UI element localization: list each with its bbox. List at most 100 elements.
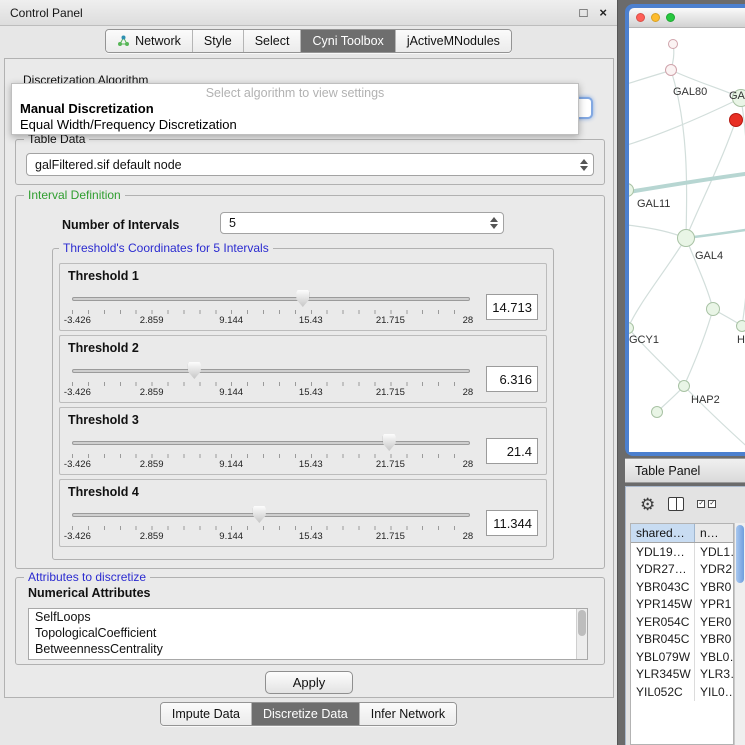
gear-icon[interactable]: ⚙ — [640, 496, 655, 513]
slider-scale-label: 2.859 — [140, 531, 164, 542]
table-cell[interactable]: YIL0… — [695, 683, 733, 701]
slider-track[interactable] — [72, 297, 470, 301]
stepper-icon[interactable] — [490, 217, 498, 229]
network-node[interactable] — [729, 113, 743, 127]
float-window-icon[interactable]: □ — [580, 6, 588, 19]
dropdown-option-manual-discretization[interactable]: Manual Discretization — [12, 100, 578, 116]
threshold-4-value-field[interactable]: 11.344 — [486, 510, 538, 536]
column-visibility-icon[interactable]: ✓ ✓ — [697, 500, 716, 508]
minimize-traffic-light[interactable] — [651, 13, 660, 22]
stepper-icon[interactable] — [580, 159, 588, 171]
threshold-4-slider[interactable]: -3.4262.8599.14415.4321.71528 — [68, 504, 474, 544]
slider-track[interactable] — [72, 441, 470, 445]
table-row[interactable]: YER054CYER0… — [631, 613, 733, 631]
numerical-attribute-item[interactable]: TopologicalCoefficient — [29, 625, 587, 641]
table-cell[interactable]: YDL1… — [695, 543, 733, 561]
tab-discretize-data[interactable]: Discretize Data — [252, 703, 360, 725]
dropdown-option-equal-width-frequency[interactable]: Equal Width/Frequency Discretization — [12, 116, 578, 132]
network-canvas[interactable]: GAL80GAGAL11GAL4GCY1HHAP2 — [629, 28, 745, 452]
table-row[interactable]: YBR043CYBR0… — [631, 578, 733, 596]
control-panel: Control Panel □ × NetworkStyleSelectCyni… — [0, 0, 618, 745]
table-cell[interactable]: YPR145W — [631, 596, 695, 614]
table-cell[interactable]: YLR3… — [695, 666, 733, 684]
numerical-attribute-item[interactable]: BetweennessCentrality — [29, 641, 587, 657]
table-cell[interactable]: YBR043C — [631, 578, 695, 596]
threshold-3-slider[interactable]: -3.4262.8599.14415.4321.71528 — [68, 432, 474, 472]
threshold-2-value-field[interactable]: 6.316 — [486, 366, 538, 392]
slider-ticks — [72, 382, 470, 386]
scrollbar-thumb[interactable] — [736, 525, 744, 583]
slider-scale-label: 2.859 — [140, 387, 164, 398]
zoom-traffic-light[interactable] — [666, 13, 675, 22]
table-cell[interactable]: YDL19… — [631, 543, 695, 561]
attributes-group: Attributes to discretize Numerical Attri… — [15, 577, 605, 665]
tab-style[interactable]: Style — [193, 30, 244, 52]
network-node[interactable] — [665, 64, 677, 76]
slider-track[interactable] — [72, 513, 470, 517]
threshold-1-slider[interactable]: -3.4262.8599.14415.4321.71528 — [68, 288, 474, 328]
network-node[interactable] — [668, 39, 678, 49]
table-cell[interactable]: YIL052C — [631, 683, 695, 701]
network-node[interactable] — [651, 406, 663, 418]
close-window-icon[interactable]: × — [599, 6, 607, 19]
column-header-shared-name[interactable]: shared… — [631, 524, 695, 542]
table-scrollbar[interactable] — [734, 523, 745, 745]
threshold-3-value-field[interactable]: 21.4 — [486, 438, 538, 464]
columns-icon[interactable] — [668, 497, 684, 511]
table-row[interactable]: YDR27…YDR2… — [631, 561, 733, 579]
slider-thumb[interactable] — [296, 290, 309, 307]
threshold-2-slider[interactable]: -3.4262.8599.14415.4321.71528 — [68, 360, 474, 400]
tab-infer-network[interactable]: Infer Network — [360, 703, 456, 725]
tab-impute-data[interactable]: Impute Data — [161, 703, 252, 725]
table-panel-toolbar: ⚙ ✓ ✓ — [626, 487, 745, 521]
table-row[interactable]: YIL052CYIL0… — [631, 683, 733, 701]
threshold-3-label: Threshold 3 — [68, 413, 139, 427]
apply-button[interactable]: Apply — [265, 671, 353, 694]
numerical-attributes-list[interactable]: SelfLoopsTopologicalCoefficientBetweenne… — [28, 608, 588, 660]
table-cell[interactable]: YER0… — [695, 613, 733, 631]
table-cell[interactable]: YBR045C — [631, 631, 695, 649]
slider-scale-label: 28 — [463, 531, 474, 542]
network-node[interactable] — [736, 320, 745, 332]
threshold-1-value-field[interactable]: 14.713 — [486, 294, 538, 320]
network-node[interactable] — [706, 302, 720, 316]
tab-jactivemnodules[interactable]: jActiveMNodules — [396, 30, 511, 52]
numerical-attribute-item[interactable]: SelfLoops — [29, 609, 587, 625]
table-row[interactable]: YBL079WYBL0… — [631, 648, 733, 666]
table-row[interactable]: YPR145WYPR1… — [631, 596, 733, 614]
table-data-combobox[interactable]: galFiltered.sif default node — [26, 153, 594, 176]
close-traffic-light[interactable] — [636, 13, 645, 22]
table-cell[interactable]: YER054C — [631, 613, 695, 631]
number-of-intervals-combobox[interactable]: 5 — [220, 212, 504, 234]
attributes-scrollbar[interactable] — [576, 609, 587, 659]
tab-label: Cyni Toolbox — [312, 34, 383, 48]
tab-select[interactable]: Select — [244, 30, 302, 52]
slider-thumb[interactable] — [383, 434, 396, 451]
slider-track[interactable] — [72, 369, 470, 373]
table-row[interactable]: YDL19…YDL1… — [631, 543, 733, 561]
table-header-row: shared… n… — [631, 524, 733, 543]
slider-thumb[interactable] — [253, 506, 266, 523]
table-row[interactable]: YBR045CYBR0… — [631, 631, 733, 649]
threshold-3-row: -3.4262.8599.14415.4321.71528 21.4 — [68, 432, 538, 472]
table-cell[interactable]: YDR2… — [695, 561, 733, 579]
table-cell[interactable]: YBL079W — [631, 648, 695, 666]
network-view-window: GAL80GAGAL11GAL4GCY1HHAP2 — [625, 4, 745, 456]
column-header-name[interactable]: n… — [695, 524, 733, 542]
tab-cyni-toolbox[interactable]: Cyni Toolbox — [301, 30, 395, 52]
table-cell[interactable]: YLR345W — [631, 666, 695, 684]
scrollbar-thumb[interactable] — [578, 610, 586, 636]
table-cell[interactable]: YBL0… — [695, 648, 733, 666]
network-node[interactable] — [678, 380, 690, 392]
slider-thumb[interactable] — [188, 362, 201, 379]
table-row[interactable]: YLR345WYLR3… — [631, 666, 733, 684]
node-label: H — [737, 334, 745, 346]
table-cell[interactable]: YBR0… — [695, 578, 733, 596]
checkbox-icon: ✓ — [697, 500, 705, 508]
algorithm-placeholder: Select algorithm to view settings — [12, 84, 578, 100]
table-cell[interactable]: YPR1… — [695, 596, 733, 614]
network-node[interactable] — [677, 229, 695, 247]
table-cell[interactable]: YBR0… — [695, 631, 733, 649]
table-cell[interactable]: YDR27… — [631, 561, 695, 579]
tab-network[interactable]: Network — [106, 30, 193, 52]
